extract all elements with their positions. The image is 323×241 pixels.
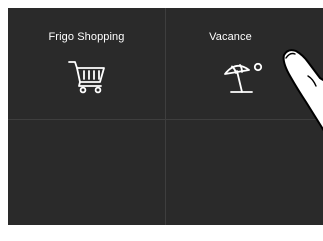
- beach-umbrella-icon: [222, 60, 268, 101]
- grid-divider-horizontal: [8, 119, 323, 120]
- tile-label-vacance: Vacance: [209, 31, 252, 43]
- shopping-cart-icon: [67, 58, 107, 99]
- grid-divider-vertical: [165, 8, 166, 225]
- tile-frigo-shopping[interactable]: Frigo Shopping: [8, 8, 165, 119]
- tile-label-frigo-shopping: Frigo Shopping: [48, 31, 125, 43]
- pointing-hand-icon: [282, 49, 323, 132]
- app-grid-screen: Frigo Shopping Vacance: [8, 8, 323, 225]
- tile-empty-bottom-left[interactable]: [8, 120, 165, 225]
